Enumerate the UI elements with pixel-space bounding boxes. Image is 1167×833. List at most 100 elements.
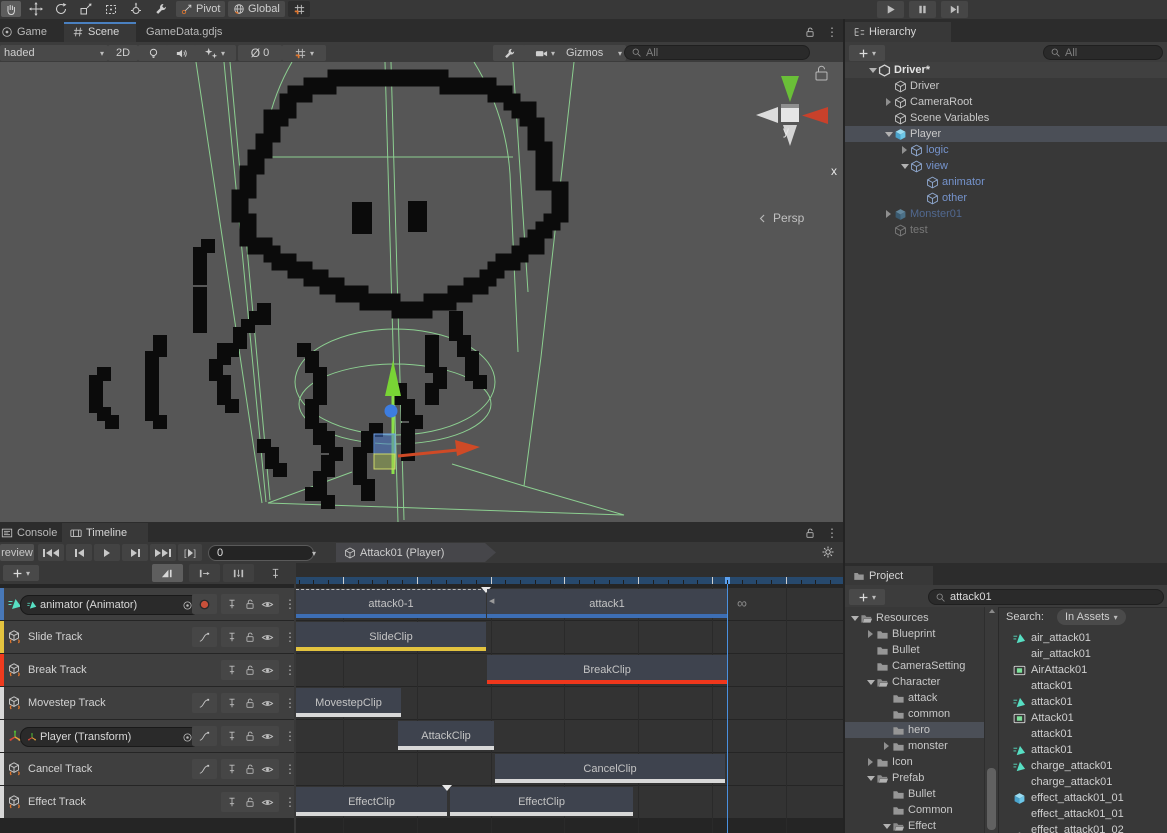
- tab-project[interactable]: Project: [845, 566, 933, 586]
- track-menu-icon[interactable]: ⋮: [284, 764, 296, 774]
- hierarchy-item[interactable]: Scene Variables: [845, 110, 1167, 126]
- scene-audio-button[interactable]: [166, 45, 196, 61]
- hierarchy-item[interactable]: CameraRoot: [845, 94, 1167, 110]
- timeline-clip[interactable]: EffectClip: [296, 787, 447, 816]
- expander-icon[interactable]: [865, 642, 876, 658]
- goto-end-button[interactable]: [150, 544, 176, 561]
- expander-icon[interactable]: [883, 94, 894, 110]
- lock-icon[interactable]: [244, 664, 256, 676]
- project-folder[interactable]: Resources: [845, 610, 984, 626]
- clip-lane[interactable]: [296, 720, 843, 752]
- grid-snap-button[interactable]: [288, 1, 310, 17]
- timeline-ruler[interactable]: [296, 563, 843, 584]
- play-button[interactable]: [877, 1, 904, 18]
- project-tree-scrollbar[interactable]: [984, 607, 999, 833]
- timeline-clip[interactable]: attack1◀: [487, 589, 727, 618]
- timeline-clip[interactable]: EffectClip: [450, 787, 633, 816]
- scene-viewport[interactable]: y x Persp: [0, 62, 843, 522]
- search-result-item[interactable]: Attack01: [999, 710, 1167, 726]
- expander-icon[interactable]: [849, 610, 860, 626]
- perspective-toggle[interactable]: Persp: [757, 211, 804, 225]
- hierarchy-add-button[interactable]: ▾: [849, 45, 885, 61]
- play-range-button[interactable]: []: [178, 544, 202, 561]
- 2d-toggle-button[interactable]: 2D: [108, 45, 138, 61]
- next-frame-button[interactable]: [122, 544, 148, 561]
- global-toggle-button[interactable]: Global: [228, 1, 285, 17]
- scene-effects-dropdown[interactable]: ▾: [194, 45, 236, 61]
- timeline-clip[interactable]: AttackClip: [398, 721, 494, 750]
- hierarchy-item[interactable]: Player: [845, 126, 1167, 142]
- pin-icon[interactable]: [226, 730, 238, 742]
- expander-icon[interactable]: [865, 674, 876, 690]
- eye-icon[interactable]: [261, 697, 274, 710]
- expander-icon[interactable]: [899, 142, 910, 158]
- search-result-item[interactable]: attack01: [999, 694, 1167, 710]
- lock-icon[interactable]: [244, 763, 256, 775]
- timeline-clip[interactable]: MovestepClip: [296, 688, 401, 717]
- search-result-item[interactable]: attack01: [999, 726, 1167, 742]
- project-folder[interactable]: Prefab: [845, 770, 984, 786]
- timeline-settings-button[interactable]: [821, 545, 835, 559]
- expander-icon[interactable]: [865, 658, 876, 674]
- timeline-track-header[interactable]: animator (Animator) animator (Animator) …: [0, 588, 294, 620]
- eye-icon[interactable]: [261, 763, 274, 776]
- gizmos-dropdown[interactable]: Gizmos▾: [562, 45, 626, 61]
- timeline-track-header[interactable]: Cancel Track Cancel Track ⋮: [0, 753, 294, 785]
- pause-button[interactable]: [909, 1, 936, 18]
- tab-game[interactable]: Game: [0, 22, 66, 42]
- search-result-item[interactable]: effect_attack01_01: [999, 790, 1167, 806]
- hierarchy-item[interactable]: logic: [845, 142, 1167, 158]
- hierarchy-item[interactable]: Monster01: [845, 206, 1167, 222]
- hand-tool-button[interactable]: [1, 1, 21, 17]
- expander-icon[interactable]: [883, 222, 894, 238]
- lock-icon[interactable]: [244, 730, 256, 742]
- project-add-button[interactable]: ▾: [849, 589, 885, 605]
- eye-icon[interactable]: [261, 730, 274, 743]
- timeline-clip[interactable]: SlideClip: [296, 622, 486, 651]
- tab-scene[interactable]: Scene: [64, 22, 136, 42]
- timeline-track-header[interactable]: Slide Track Slide Track ⋮: [0, 621, 294, 653]
- curves-button[interactable]: [192, 759, 217, 779]
- project-folder[interactable]: Character: [845, 674, 984, 690]
- add-track-button[interactable]: ▾: [3, 565, 39, 581]
- expander-icon[interactable]: [915, 174, 926, 190]
- timeline-track-header[interactable]: Movestep Track Movestep Track ⋮: [0, 687, 294, 719]
- goto-start-button[interactable]: [38, 544, 64, 561]
- project-folder[interactable]: hero: [845, 722, 984, 738]
- lock-icon[interactable]: [244, 598, 256, 610]
- curves-button[interactable]: [192, 693, 217, 713]
- hierarchy-search-input[interactable]: All: [1043, 45, 1163, 60]
- project-folder[interactable]: Icon: [845, 754, 984, 770]
- prev-frame-button[interactable]: [66, 544, 92, 561]
- pin-icon[interactable]: [226, 763, 238, 775]
- preview-toggle-button[interactable]: review: [0, 544, 34, 561]
- frame-number-field[interactable]: 0: [208, 545, 314, 561]
- expander-icon[interactable]: [881, 706, 892, 722]
- project-folder[interactable]: monster: [845, 738, 984, 754]
- track-menu-icon[interactable]: ⋮: [284, 599, 296, 609]
- timeline-clip[interactable]: attack0-1: [296, 589, 486, 618]
- project-folder[interactable]: Bullet: [845, 642, 984, 658]
- expander-icon[interactable]: [865, 770, 876, 786]
- search-result-item[interactable]: attack01: [999, 742, 1167, 758]
- transform-tool-button[interactable]: [126, 1, 146, 17]
- rect-tool-button[interactable]: [101, 1, 121, 17]
- eye-icon[interactable]: [261, 796, 274, 809]
- lock-icon[interactable]: [244, 631, 256, 643]
- lock-icon[interactable]: [244, 697, 256, 709]
- track-menu-icon[interactable]: ⋮: [284, 665, 296, 675]
- tab-timeline[interactable]: Timeline: [62, 523, 148, 543]
- mix-mode-button[interactable]: [152, 564, 183, 582]
- pin-icon[interactable]: [226, 631, 238, 643]
- eye-icon[interactable]: [261, 664, 274, 677]
- replace-mode-button[interactable]: [223, 564, 254, 582]
- eye-icon[interactable]: [261, 598, 274, 611]
- project-folder[interactable]: CameraSetting: [845, 658, 984, 674]
- marker-toggle-button[interactable]: [260, 564, 291, 582]
- hierarchy-item[interactable]: Driver: [845, 78, 1167, 94]
- timeline-play-button[interactable]: [94, 544, 120, 561]
- hierarchy-item[interactable]: view: [845, 158, 1167, 174]
- lock-icon[interactable]: [804, 26, 816, 38]
- track-object-field[interactable]: Player (Transform): [20, 727, 200, 747]
- search-result-item[interactable]: effect_attack01_01: [999, 806, 1167, 822]
